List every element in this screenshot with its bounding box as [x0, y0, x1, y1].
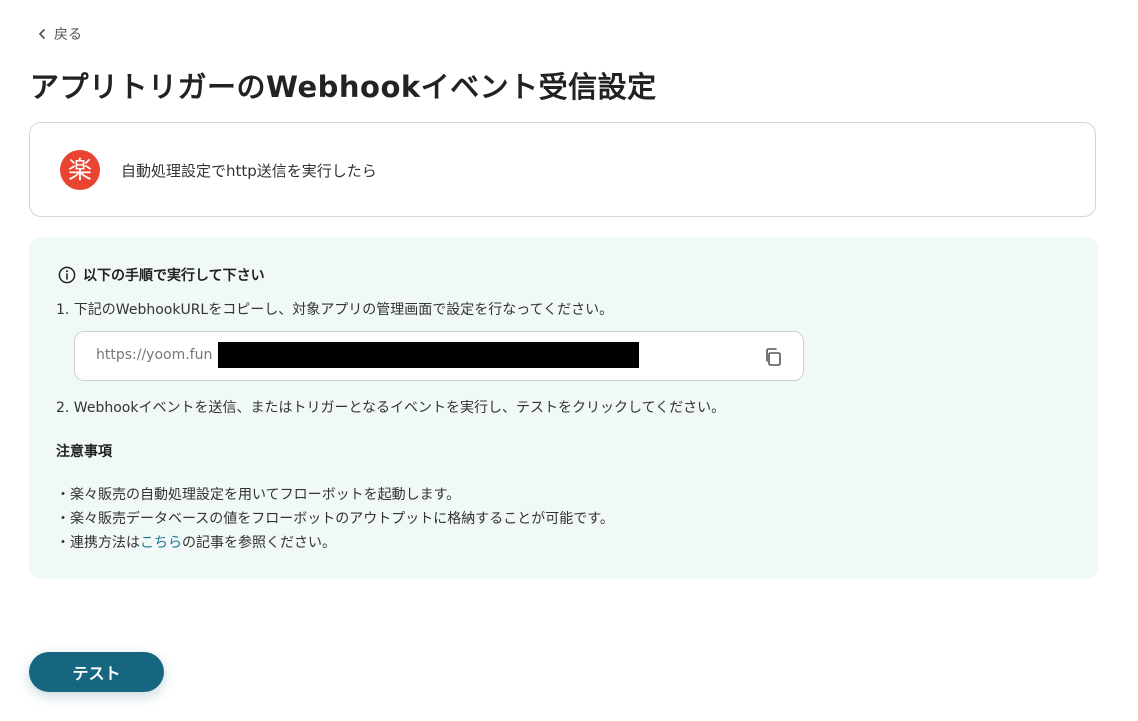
guide-article-link[interactable]: こちら [140, 535, 182, 551]
instructions-heading: 以下の手順で実行して下さい [58, 265, 265, 285]
note-item-with-link: ・連携方法はこちらの記事を参照ください。 [56, 531, 614, 555]
test-button[interactable]: テスト [29, 652, 164, 692]
copy-icon [766, 348, 781, 366]
note-item: ・楽々販売の自動処理設定を用いてフローボットを起動します。 [56, 487, 461, 503]
url-redaction [218, 342, 639, 368]
copy-url-button[interactable] [761, 345, 785, 369]
instructions-heading-text: 以下の手順で実行して下さい [83, 268, 265, 284]
notes-list: ・楽々販売の自動処理設定を用いてフローボットを起動します。 ・楽々販売データベー… [56, 483, 614, 555]
note-item-3-suffix: の記事を参照ください。 [182, 535, 336, 551]
chevron-left-icon [39, 29, 45, 39]
back-label: 戻る [54, 27, 82, 43]
step-1-text: 1. 下記のWebhookURLをコピーし、対象アプリの管理画面で設定を行なって… [56, 302, 614, 318]
trigger-event-label: 自動処理設定でhttp送信を実行したら [121, 162, 377, 180]
app-logo-char: 楽 [68, 156, 92, 184]
page-title: アプリトリガーのWebhookイベント受信設定 [30, 70, 657, 104]
note-item: ・楽々販売データベースの値をフローボットのアウトプットに格納することが可能です。 [56, 511, 614, 527]
notes-title: 注意事項 [56, 444, 112, 460]
webhook-url-text: https://yoom.fun [96, 347, 213, 363]
step-2-text: 2. Webhookイベントを送信、またはトリガーとなるイベントを実行し、テスト… [56, 400, 726, 416]
note-item-3-prefix: ・連携方法は [56, 535, 140, 551]
back-link[interactable]: 戻る [36, 24, 82, 44]
trigger-app-card: 楽 自動処理設定でhttp送信を実行したら [29, 122, 1096, 217]
instructions-panel: 以下の手順で実行して下さい 1. 下記のWebhookURLをコピーし、対象アプ… [29, 237, 1098, 579]
info-icon [58, 266, 76, 284]
rakuraku-app-logo: 楽 [60, 150, 100, 190]
webhook-url-field[interactable]: https://yoom.fun [74, 331, 804, 381]
